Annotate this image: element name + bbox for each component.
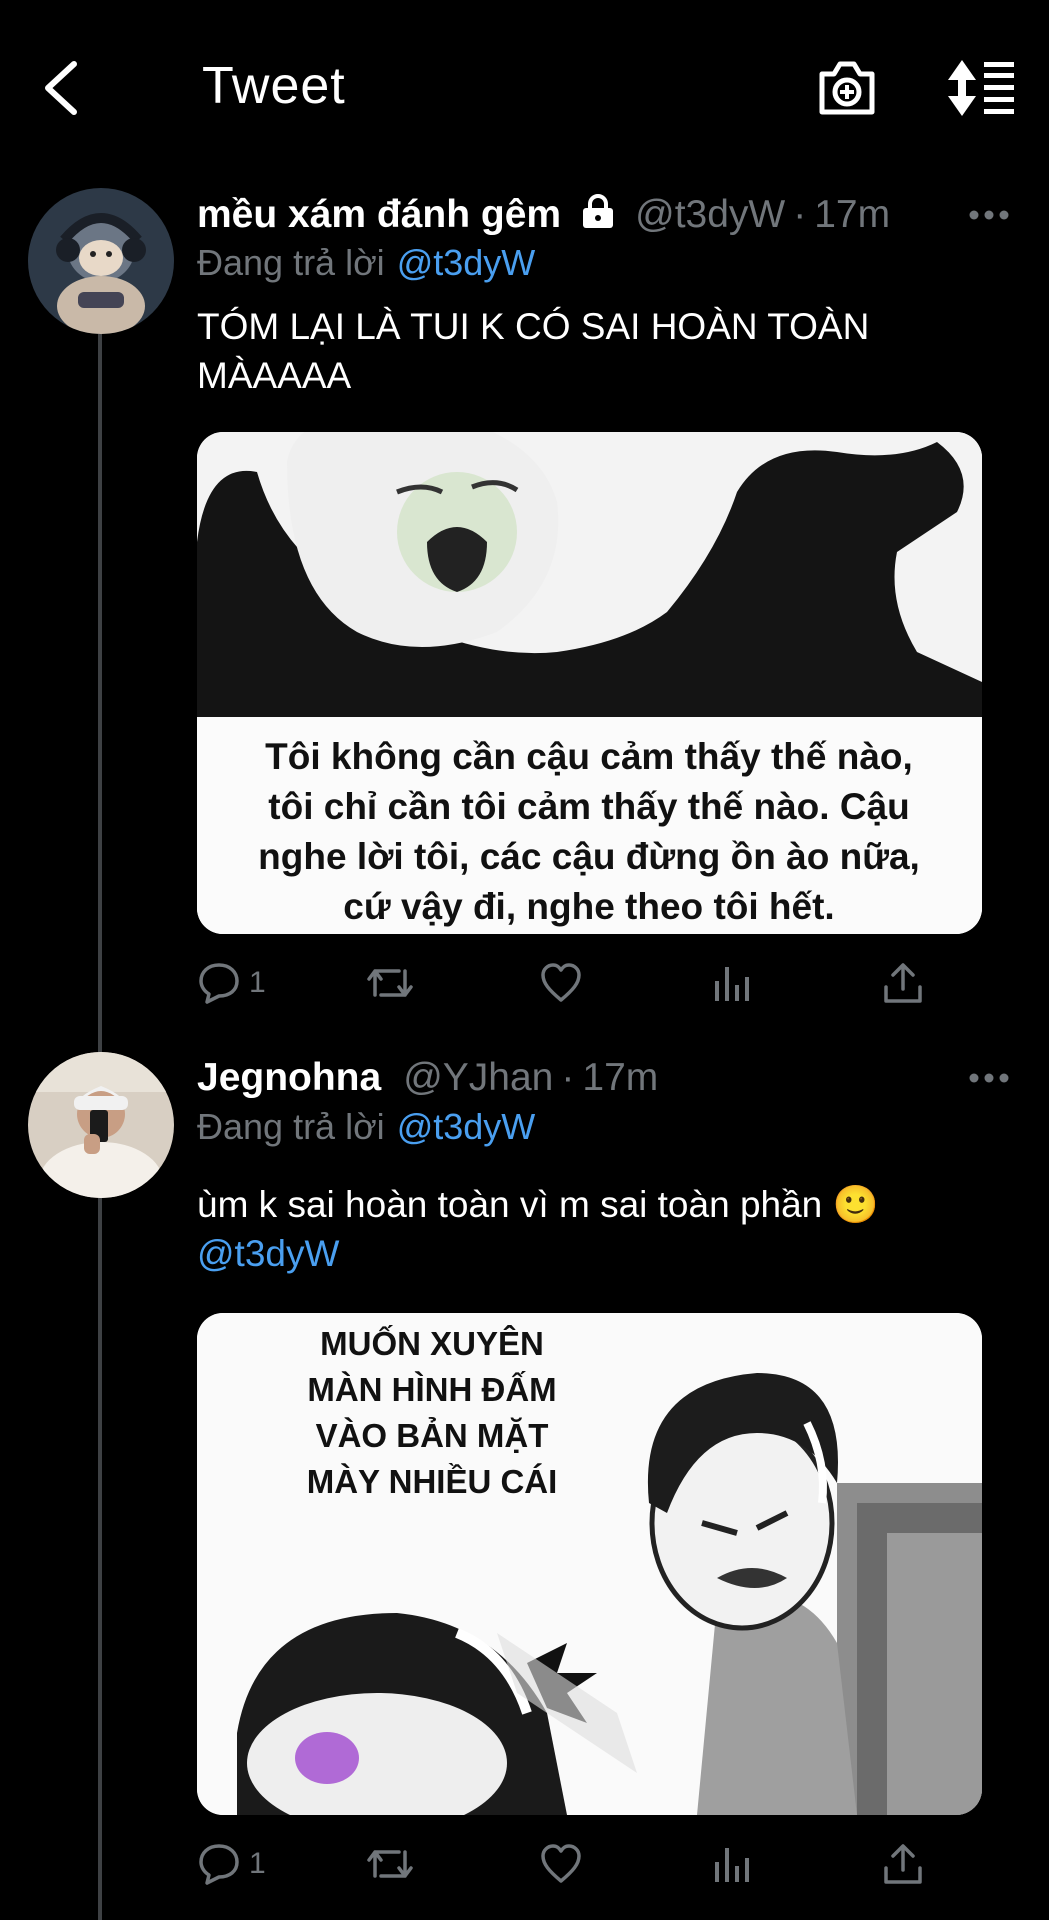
like-button[interactable] xyxy=(539,1839,583,1889)
lock-icon xyxy=(579,193,617,243)
page-title: Tweet xyxy=(202,57,346,115)
display-name[interactable]: Jegnohna xyxy=(197,1056,381,1099)
reply-count: 1 xyxy=(249,966,266,999)
bar-chart-icon xyxy=(715,1848,749,1882)
camera-plus-icon xyxy=(819,61,875,115)
tweet-actions: 1 xyxy=(197,1839,937,1899)
more-options-button[interactable] xyxy=(968,205,1010,225)
meme-caption-line: MUỐN XUYÊN xyxy=(320,1324,544,1362)
avatar-image xyxy=(28,1052,174,1198)
meme-caption-line: cứ vậy đi, nghe theo tôi hết. xyxy=(343,886,834,927)
reply-icon xyxy=(199,1844,239,1885)
top-bar: Tweet xyxy=(0,0,1049,170)
heart-icon xyxy=(541,963,581,1002)
meme-caption-line: MÀN HÌNH ĐẤM xyxy=(307,1371,556,1408)
share-button[interactable] xyxy=(881,1839,925,1889)
thread-connector xyxy=(98,334,102,1052)
replying-to: Đang trả lời @t3dyW xyxy=(197,1104,535,1150)
meme-caption-line: tôi chỉ cần tôi cảm thấy thế nào. Cậu xyxy=(268,786,909,827)
sort-button[interactable] xyxy=(946,58,1018,118)
retweet-icon xyxy=(367,1850,413,1878)
separator-dot: · xyxy=(561,1056,575,1099)
replying-to-label: Đang trả lời xyxy=(197,1106,385,1147)
timestamp[interactable]: 17m xyxy=(582,1056,658,1099)
reply-icon xyxy=(199,963,239,1004)
separator-dot: · xyxy=(793,193,807,236)
tweet-actions: 1 xyxy=(197,958,937,1018)
replying-to-mention[interactable]: @t3dyW xyxy=(397,1106,536,1147)
tweet-mention[interactable]: @t3dyW xyxy=(197,1229,987,1278)
analytics-button[interactable] xyxy=(709,1839,753,1889)
retweet-icon xyxy=(367,969,413,997)
like-button[interactable] xyxy=(539,958,583,1008)
display-name[interactable]: mều xám đánh gêm xyxy=(197,193,561,236)
tweet-text: TÓM LẠI LÀ TUI K CÓ SAI HOÀN TOÀN MÀAAAA xyxy=(197,306,870,396)
retweet-button[interactable] xyxy=(365,1839,415,1889)
meme-image: Tôi không cần cậu cảm thấy thế nào, tôi … xyxy=(197,432,982,934)
more-horizontal-icon xyxy=(969,1073,1009,1083)
sort-list-icon xyxy=(948,60,1014,116)
chevron-left-icon xyxy=(45,61,77,115)
analytics-button[interactable] xyxy=(709,958,753,1008)
tweet-text: ùm k sai hoàn toàn vì m sai toàn phần 🙂 … xyxy=(197,1180,987,1278)
thread-connector xyxy=(98,1198,102,1920)
meme-caption-line: MÀY NHIỀU CÁI xyxy=(307,1463,558,1500)
meme-caption-line: Tôi không cần cậu cảm thấy thế nào, xyxy=(265,736,913,777)
more-options-button[interactable] xyxy=(968,1068,1010,1088)
avatar-image xyxy=(28,188,174,334)
bar-chart-icon xyxy=(715,967,749,1001)
avatar[interactable] xyxy=(28,188,174,334)
avatar[interactable] xyxy=(28,1052,174,1198)
replying-to-mention[interactable]: @t3dyW xyxy=(397,242,536,283)
share-button[interactable] xyxy=(881,958,925,1008)
user-handle[interactable]: @t3dyW xyxy=(635,193,785,236)
tweet-header: mều xám đánh gêm @t3dyW · 17m xyxy=(197,190,890,240)
camera-button[interactable] xyxy=(816,58,878,118)
tweet-header: Jegnohna @YJhan · 17m xyxy=(197,1053,658,1103)
more-horizontal-icon xyxy=(969,210,1009,220)
share-icon xyxy=(884,963,922,1003)
timestamp[interactable]: 17m xyxy=(814,193,890,236)
meme-caption-line: VÀO BẢN MẶT xyxy=(316,1417,549,1454)
replying-to: Đang trả lời @t3dyW xyxy=(197,240,535,286)
tweet-media[interactable]: Tôi không cần cậu cảm thấy thế nào, tôi … xyxy=(197,432,982,934)
heart-icon xyxy=(541,1844,581,1883)
meme-image: MUỐN XUYÊN MÀN HÌNH ĐẤM VÀO BẢN MẶT MÀY … xyxy=(197,1313,982,1815)
retweet-button[interactable] xyxy=(365,958,415,1008)
replying-to-label: Đang trả lời xyxy=(197,242,385,283)
reply-button[interactable]: 1 xyxy=(197,958,266,1008)
back-button[interactable] xyxy=(38,58,88,118)
tweet-text-body: ùm k sai hoàn toàn vì m sai toàn phần 🙂 xyxy=(197,1184,879,1225)
reply-button[interactable]: 1 xyxy=(197,1839,266,1889)
tweet-media[interactable]: MUỐN XUYÊN MÀN HÌNH ĐẤM VÀO BẢN MẶT MÀY … xyxy=(197,1313,982,1815)
reply-count: 1 xyxy=(249,1847,266,1880)
user-handle[interactable]: @YJhan xyxy=(403,1056,553,1099)
meme-caption-line: nghe lời tôi, các cậu đừng ồn ào nữa, xyxy=(258,836,920,877)
share-icon xyxy=(884,1844,922,1884)
